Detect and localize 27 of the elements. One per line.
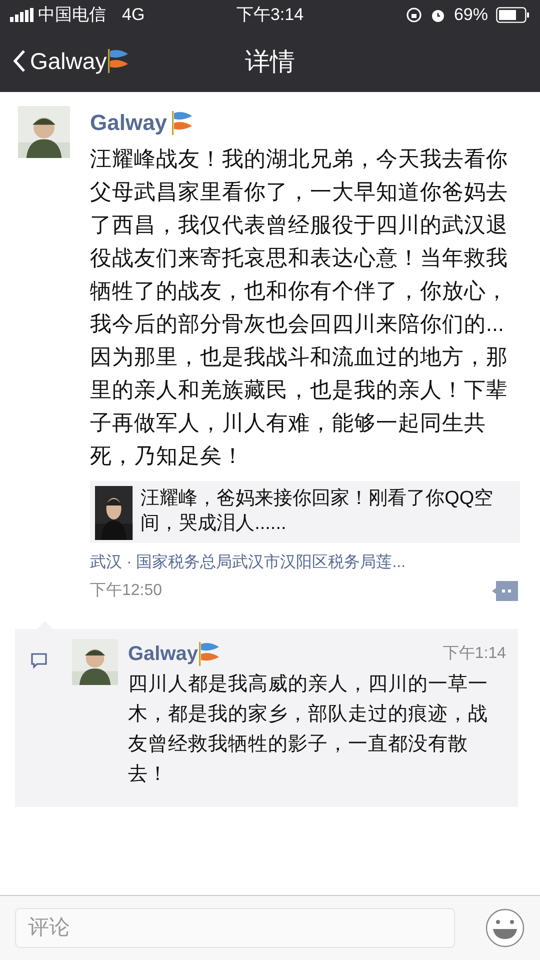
network-type: 4G: [122, 4, 145, 26]
rotation-lock-icon: [406, 7, 422, 23]
fish-flag-icon: [106, 48, 129, 74]
emoji-icon[interactable]: [485, 908, 525, 948]
back-button[interactable]: Galway: [0, 30, 107, 92]
carrier-name: 中国电信: [38, 4, 106, 26]
post-time: 下午12:50: [90, 581, 162, 601]
comment-text: 四川人都是我高威的亲人，四川的一草一木，都是我的家乡，部队走过的痕迹，战友曾经救我牺牲的影子，一直都没有散去！: [128, 672, 489, 787]
comment-time: 下午1:14: [442, 644, 506, 664]
shared-link[interactable]: 汪耀峰，爸妈来接你回家！刚看了你QQ空间，哭成泪人......: [90, 481, 520, 543]
fish-flag-icon: [171, 110, 194, 136]
comment-field[interactable]: 评论: [15, 908, 455, 948]
author-name[interactable]: Galway: [90, 106, 168, 139]
alarm-icon: [430, 7, 446, 23]
signal-icon: [10, 8, 34, 22]
page-title: 详情: [245, 47, 295, 78]
back-icon: [12, 49, 26, 73]
post-text: 汪耀峰战友！我的湖北兄弟，今天我去看你父母武昌家里看你了，一大早知道你爸妈去了西昌，我仅代表曾经服役于四川的武汉退役战友们来寄托哀思和表达心意！当年救我牺牲了的战友，也和你有个伴了，你放心，我今后的部分骨灰也会回四川来陪你们的...因为那里，也是我战斗和流血过的地方，那里的亲人和羌族藏民，也是我的亲人！下辈子再做军人，川人有难，能够一起同生共死，乃知足矣！: [90, 146, 509, 470]
commenter-name[interactable]: Galway: [128, 639, 198, 669]
battery-icon: [496, 7, 530, 23]
location-link[interactable]: 武汉 · 国家税务总局武汉市汉阳区税务局莲...: [90, 551, 522, 575]
more-actions-icon[interactable]: [492, 581, 518, 601]
comment-icon: [30, 652, 48, 670]
clock-time: 下午3:14: [236, 4, 304, 26]
fish-flag-icon: [198, 641, 220, 667]
battery-percent: 69%: [454, 4, 488, 26]
author-avatar[interactable]: [18, 106, 70, 158]
